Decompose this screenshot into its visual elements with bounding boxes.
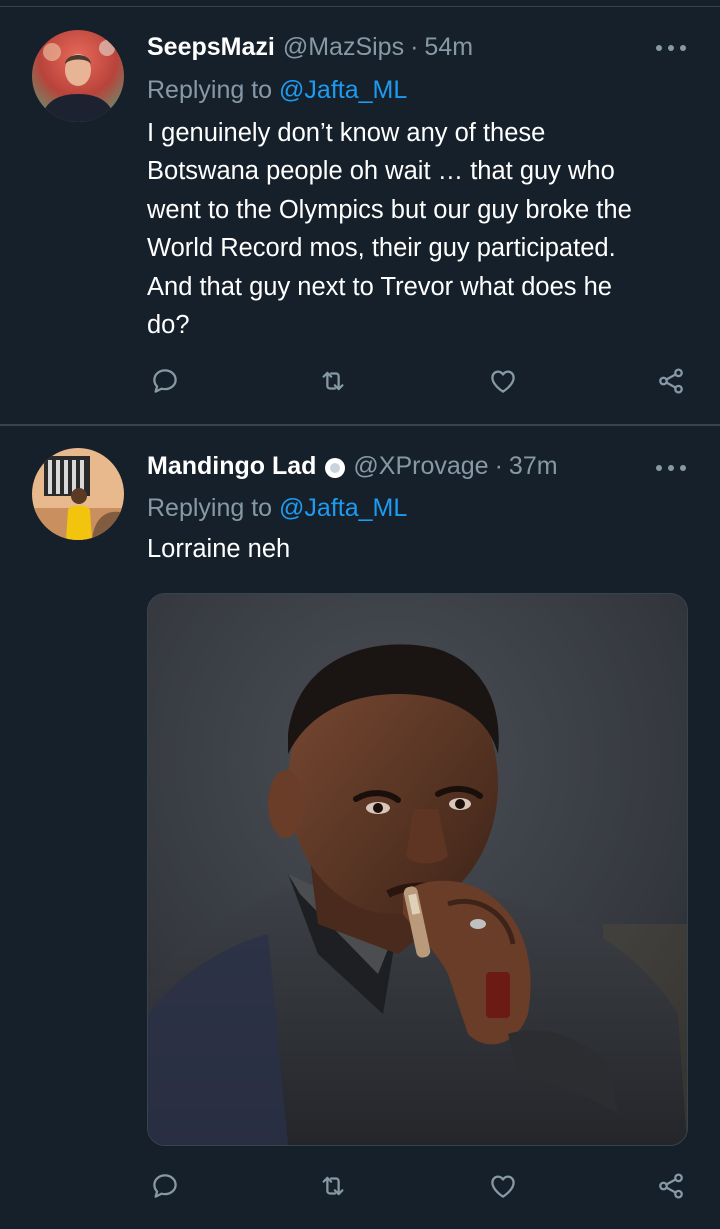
user-handle[interactable]: @MazSips	[283, 30, 404, 64]
retweet-icon	[322, 371, 344, 391]
more-options-icon[interactable]	[656, 463, 686, 473]
reply-icon	[153, 369, 177, 393]
tweet-card[interactable]: Mandingo Lad @XProvage · 37m Replying to…	[0, 426, 720, 1229]
user-avatar-icon	[32, 30, 124, 122]
retweet-button[interactable]	[315, 363, 351, 399]
tweet-media[interactable]	[147, 593, 688, 1146]
tweet-header: SeepsMazi @MazSips · 54m	[147, 30, 473, 64]
more-options-icon[interactable]	[656, 43, 686, 53]
avatar[interactable]	[32, 448, 124, 540]
reply-button[interactable]	[147, 1168, 183, 1204]
tweet-card[interactable]: SeepsMazi @MazSips · 54m Replying to @Ja…	[0, 0, 720, 426]
share-button[interactable]	[653, 1168, 689, 1204]
timestamp[interactable]: 54m	[424, 30, 473, 64]
photo-man-smoking-cigar-icon	[148, 594, 687, 1145]
share-icon	[659, 368, 683, 394]
mention-link[interactable]: @Jafta_ML	[279, 494, 407, 522]
like-icon	[491, 1175, 515, 1198]
user-avatar-icon	[32, 448, 124, 540]
replying-prefix: Replying to	[147, 494, 273, 522]
mention-link[interactable]: @Jafta_ML	[279, 76, 407, 104]
tweet-actions	[147, 1168, 692, 1208]
avatar[interactable]	[32, 30, 124, 122]
user-handle[interactable]: @XProvage	[353, 449, 488, 483]
tweet-text: I genuinely don’t know any of these Bots…	[147, 119, 632, 340]
like-button[interactable]	[485, 363, 521, 399]
like-button[interactable]	[485, 1168, 521, 1204]
display-name[interactable]: SeepsMazi	[147, 30, 275, 64]
tweet-actions	[147, 363, 692, 403]
timestamp[interactable]: 37m	[509, 449, 558, 483]
retweet-icon	[322, 1176, 344, 1196]
share-button[interactable]	[653, 363, 689, 399]
reply-button[interactable]	[147, 363, 183, 399]
verified-badge-icon	[325, 458, 346, 478]
tweet-text: Lorraine neh	[147, 535, 291, 563]
retweet-button[interactable]	[315, 1168, 351, 1204]
separator: ·	[494, 452, 503, 480]
separator: ·	[410, 33, 419, 61]
replying-prefix: Replying to	[147, 76, 273, 104]
share-icon	[659, 1173, 683, 1199]
replying-to: Replying to @Jafta_ML	[147, 491, 407, 525]
tweet-header: Mandingo Lad @XProvage · 37m	[147, 449, 558, 483]
display-name[interactable]: Mandingo Lad	[147, 449, 316, 483]
like-icon	[491, 370, 515, 393]
reply-icon	[153, 1174, 177, 1198]
replying-to: Replying to @Jafta_ML	[147, 73, 407, 107]
